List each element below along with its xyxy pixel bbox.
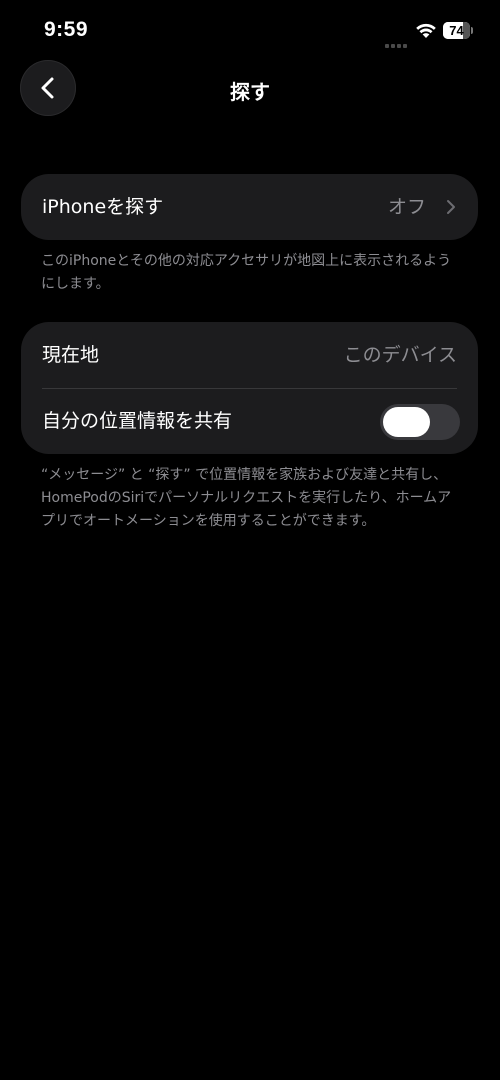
find-iphone-group: iPhoneを探す オフ [21, 174, 478, 240]
find-iphone-footnote: このiPhoneとその他の対応アクセサリが地図上に表示されるようにします。 [41, 253, 452, 292]
current-location-label: 現在地 [42, 344, 100, 366]
location-group: 現在地 このデバイス 自分の位置情報を共有 [21, 322, 478, 454]
find-iphone-row[interactable]: iPhoneを探す オフ [21, 174, 478, 240]
status-bar: 9:59 74 [0, 0, 500, 64]
find-iphone-status: オフ [387, 196, 426, 218]
cellular-signal-icon [385, 33, 409, 48]
find-iphone-label: iPhoneを探す [42, 196, 164, 218]
battery-icon: 74 [443, 22, 473, 39]
wifi-icon [416, 23, 436, 38]
page-title: 探す [230, 80, 270, 104]
navigation-bar: 探す [0, 60, 500, 120]
battery-percentage: 74 [449, 23, 464, 38]
current-location-row[interactable]: 現在地 このデバイス [21, 322, 478, 388]
share-location-row: 自分の位置情報を共有 [21, 388, 478, 454]
location-footnote: “メッセージ” と “探す” で位置情報を家族および友達と共有し、HomePod… [41, 467, 452, 529]
status-time: 9:59 [44, 18, 89, 41]
current-location-value: このデバイス [343, 344, 457, 366]
toggle-knob [383, 407, 430, 437]
chevron-right-icon [447, 200, 455, 214]
share-location-label: 自分の位置情報を共有 [42, 410, 233, 432]
share-location-toggle[interactable] [380, 404, 460, 440]
